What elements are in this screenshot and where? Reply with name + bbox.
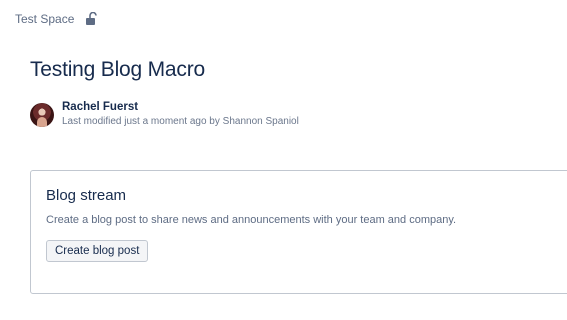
byline-text: Rachel Fuerst Last modified just a momen…: [62, 100, 299, 129]
page-byline: Rachel Fuerst Last modified just a momen…: [30, 100, 299, 129]
author-name-link[interactable]: Rachel Fuerst: [62, 100, 299, 114]
modified-prefix: Last modified just a moment ago by: [62, 116, 220, 127]
modified-by-link[interactable]: Shannon Spaniol: [223, 116, 299, 127]
page-title: Testing Blog Macro: [30, 58, 205, 81]
last-modified-info: Last modified just a moment ago by Shann…: [62, 115, 299, 129]
breadcrumb: Test Space: [15, 11, 98, 26]
create-blog-post-button[interactable]: Create blog post: [46, 240, 149, 262]
unlocked-padlock-icon[interactable]: [85, 11, 98, 26]
blog-stream-description: Create a blog post to share news and ann…: [46, 214, 457, 226]
blog-stream-panel: Blog stream Create a blog post to share …: [30, 170, 567, 294]
breadcrumb-space-link[interactable]: Test Space: [15, 12, 74, 26]
blog-stream-title: Blog stream: [46, 187, 127, 204]
author-avatar[interactable]: [30, 102, 54, 127]
